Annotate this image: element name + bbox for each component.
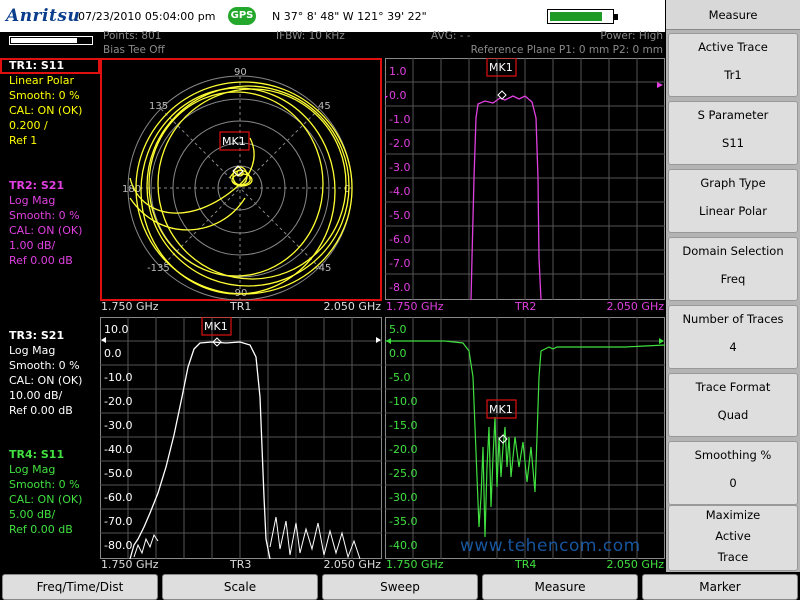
trace-info-tr4[interactable]: TR4: S11 Log Mag Smooth: 0 % CAL: ON (OK… [0,447,98,537]
svg-text:0.0: 0.0 [104,347,122,360]
graph-tr1[interactable]: 90 45 0 -45 -90 -135 180 135 MK1 1.750 G… [100,58,382,314]
svg-text:-50.0: -50.0 [104,467,132,480]
svg-text:-70.0: -70.0 [104,515,132,528]
angle-label: 45 [318,101,331,112]
active-trace-frame [0,58,100,74]
graph-tr3[interactable]: 10.0 0.0 -10.0 -20.0 -30.0 -40.0 -50.0 -… [100,317,382,572]
start-frequency-label: 1.750 GHz [101,300,159,313]
svg-text:MK1: MK1 [222,135,246,148]
svg-text:-25.0: -25.0 [389,467,417,480]
power-label: Power: High [600,30,663,42]
trace-label: TR3 [230,558,252,571]
angle-label: -135 [147,263,170,274]
menu-marker[interactable]: Marker [642,574,798,600]
svg-text:1.0: 1.0 [389,65,407,78]
menu-measure[interactable]: Measure [482,574,638,600]
menu-title: Measure [666,0,800,30]
svg-text:0.0: 0.0 [389,89,407,102]
gps-badge: GPS [228,7,256,25]
date-time: 07/23/2010 05:04:00 pm [78,10,216,23]
avg-label: AVG: - - [431,30,471,42]
svg-text:-40.0: -40.0 [389,539,417,552]
svg-text:-30.0: -30.0 [104,419,132,432]
svg-text:-2.0: -2.0 [389,137,410,150]
angle-label: 90 [234,67,247,78]
bias-tee-label: Bias Tee Off [103,44,165,56]
bottom-menu-bar: Freq/Time/Dist Scale Sweep Measure Marke… [0,572,800,600]
graph-tr4[interactable]: 5.0 0.0 -5.0 -10.0 -15.0 -20.0 -25.0 -30… [385,317,665,572]
log-mag-plot-tr3: 10.0 0.0 -10.0 -20.0 -30.0 -40.0 -50.0 -… [100,317,382,560]
angle-label: 135 [149,101,168,112]
points-label: Points: 801 [103,30,162,42]
graph-tr2[interactable]: 1.0 0.0 -1.0 -2.0 -3.0 -4.0 -5.0 -6.0 -7… [385,58,665,314]
log-mag-plot-tr4: 5.0 0.0 -5.0 -10.0 -15.0 -20.0 -25.0 -30… [385,317,665,559]
svg-text:-10.0: -10.0 [104,371,132,384]
log-mag-plot-tr2: 1.0 0.0 -1.0 -2.0 -3.0 -4.0 -5.0 -6.0 -7… [385,58,665,301]
menu-scale[interactable]: Scale [162,574,318,600]
start-frequency-label: 1.750 GHz [386,300,444,313]
svg-text:5.0: 5.0 [389,323,407,336]
start-frequency-label: 1.750 GHz [386,558,444,571]
gps-coordinates: N 37° 8' 48" W 121° 39' 22" [272,10,427,23]
svg-text:-30.0: -30.0 [389,491,417,504]
softkey-trace-format[interactable]: Trace Format Quad [668,373,798,437]
start-frequency-label: 1.750 GHz [101,558,159,571]
watermark: www.tehencom.com [460,536,641,556]
svg-text:0.0: 0.0 [389,347,407,360]
svg-text:-35.0: -35.0 [389,515,417,528]
polar-plot: 90 45 0 -45 -90 -135 180 135 MK1 [100,58,382,301]
softkey-active-trace[interactable]: Active Trace Tr1 [668,33,798,97]
stop-frequency-label: 2.050 GHz [606,300,664,313]
progress-indicator [9,36,93,45]
svg-text:-40.0: -40.0 [104,443,132,456]
reference-plane-label: Reference Plane P1: 0 mm P2: 0 mm [470,44,663,56]
svg-text:-3.0: -3.0 [389,161,410,174]
softkey-s-parameter[interactable]: S Parameter S11 [668,101,798,165]
softkey-maximize-active-trace[interactable]: Maximize Active Trace [668,505,798,571]
svg-text:-15.0: -15.0 [389,419,417,432]
svg-text:-1.0: -1.0 [389,113,410,126]
svg-text:-60.0: -60.0 [104,491,132,504]
stop-frequency-label: 2.050 GHz [606,558,664,571]
svg-text:-8.0: -8.0 [389,281,410,294]
menu-sweep[interactable]: Sweep [322,574,478,600]
trace-label: TR2 [515,300,537,313]
svg-text:-4.0: -4.0 [389,185,410,198]
trace-label: TR1 [230,300,252,313]
status-bar: Anritsu 07/23/2010 05:04:00 pm GPS N 37°… [0,0,665,32]
battery-icon [547,9,618,24]
svg-text:-20.0: -20.0 [104,395,132,408]
svg-text:-10.0: -10.0 [389,395,417,408]
softkey-smoothing[interactable]: Smoothing % 0 [668,441,798,505]
svg-text:-5.0: -5.0 [389,209,410,222]
svg-text:-20.0: -20.0 [389,443,417,456]
svg-text:MK1: MK1 [489,403,513,416]
svg-text:MK1: MK1 [204,320,228,333]
stop-frequency-label: 2.050 GHz [323,558,381,571]
svg-text:10.0: 10.0 [104,323,129,336]
angle-label: 180 [122,184,141,195]
svg-text:-80.0: -80.0 [104,539,132,552]
ifbw-label: IFBW: 10 kHz [276,30,345,42]
svg-text:-7.0: -7.0 [389,257,410,270]
menu-freq-time-dist[interactable]: Freq/Time/Dist [2,574,158,600]
brand-logo: Anritsu [6,6,81,26]
trace-info-tr3[interactable]: TR3: S21 Log Mag Smooth: 0 % CAL: ON (OK… [0,328,98,418]
svg-text:-5.0: -5.0 [389,371,410,384]
trace-info-tr2[interactable]: TR2: S21 Log Mag Smooth: 0 % CAL: ON (OK… [0,178,98,268]
trace-info-tr1[interactable]: TR1: S11 Linear Polar Smooth: 0 % CAL: O… [0,58,100,148]
softkey-number-of-traces[interactable]: Number of Traces 4 [668,305,798,369]
stop-frequency-label: 2.050 GHz [323,300,381,313]
svg-text:MK1: MK1 [489,61,513,74]
measurement-info: Points: 801 Bias Tee Off IFBW: 10 kHz AV… [0,30,665,58]
trace-label: TR4 [515,558,537,571]
softkey-domain-selection[interactable]: Domain Selection Freq [668,237,798,301]
angle-label: -45 [315,263,331,274]
battery-level-fill [550,12,602,21]
svg-text:-6.0: -6.0 [389,233,410,246]
softkey-panel: Measure Active Trace Tr1 S Parameter S11… [666,0,800,572]
softkey-graph-type[interactable]: Graph Type Linear Polar [668,169,798,233]
